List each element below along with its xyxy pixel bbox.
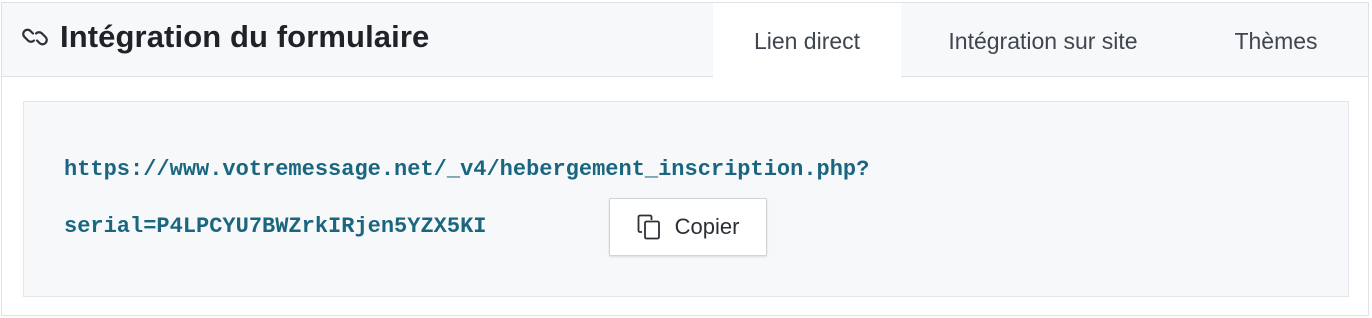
copy-button[interactable]: Copier [609,198,767,256]
tab-lien-direct[interactable]: Lien direct [713,3,901,79]
copy-icon [637,214,661,240]
link-icon [22,25,48,49]
panel-header: Intégration du formulaire Lien direct In… [2,3,1368,79]
tab-label: Lien direct [753,27,861,54]
tab-themes[interactable]: Thèmes [1184,3,1368,79]
form-integration-panel: Intégration du formulaire Lien direct In… [1,2,1369,316]
page-title: Intégration du formulaire [60,19,430,54]
direct-link-url-part2[interactable]: serial=P4LPCYU7BWZrkIRjen5YZX5KI [64,214,486,239]
tab-label: Intégration sur site [948,27,1138,54]
direct-link-url-part1[interactable]: https://www.votremessage.net/_v4/heberge… [64,157,869,182]
copy-button-label: Copier [674,214,740,239]
tab-label: Thèmes [1234,27,1318,54]
title-group: Intégration du formulaire [22,19,429,55]
tab-integration-sur-site[interactable]: Intégration sur site [902,3,1184,79]
direct-link-box: https://www.votremessage.net/_v4/heberge… [23,101,1349,297]
